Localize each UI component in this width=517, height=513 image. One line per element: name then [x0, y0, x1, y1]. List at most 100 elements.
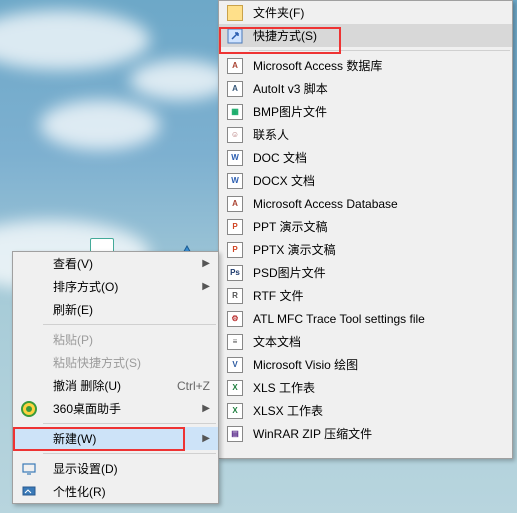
- submenu-arrow-icon: ▶: [200, 433, 210, 444]
- new-submenu-item[interactable]: 文件夹(F): [219, 1, 512, 24]
- desktop-context-menu: 查看(V)▶排序方式(O)▶刷新(E)粘贴(P)粘贴快捷方式(S)撤消 删除(U…: [12, 251, 219, 504]
- menu-item-icon-slot: A: [225, 58, 245, 74]
- new-submenu-item[interactable]: PsPSD图片文件: [219, 261, 512, 284]
- new-submenu-item[interactable]: AAutoIt v3 脚本: [219, 77, 512, 100]
- context-menu-item[interactable]: 新建(W)▶: [13, 427, 218, 450]
- winrar-icon: ▤: [227, 426, 243, 442]
- excel-icon: X: [227, 403, 243, 419]
- access-icon: A: [227, 58, 243, 74]
- menu-item-shortcut: Ctrl+Z: [165, 379, 210, 393]
- powerpoint-icon: P: [227, 242, 243, 258]
- menu-item-icon-slot: [19, 484, 39, 500]
- menu-item-icon-slot: [19, 279, 39, 295]
- menu-item-label: 显示设置(D): [39, 460, 210, 477]
- menu-item-icon-slot: [19, 256, 39, 272]
- access-icon: A: [227, 196, 243, 212]
- new-submenu-item[interactable]: ≡文本文档: [219, 330, 512, 353]
- menu-item-icon-slot: P: [225, 219, 245, 235]
- atl-icon: ⚙: [227, 311, 243, 327]
- new-submenu-item[interactable]: RRTF 文件: [219, 284, 512, 307]
- menu-item-label: XLS 工作表: [245, 379, 504, 396]
- background-cloud: [0, 10, 150, 70]
- context-menu-item: 粘贴快捷方式(S): [13, 351, 218, 374]
- menu-item-label: ATL MFC Trace Tool settings file: [245, 312, 504, 326]
- menu-item-icon-slot: Ps: [225, 265, 245, 281]
- menu-item-icon-slot: [19, 378, 39, 394]
- menu-item-icon-slot: ☺: [225, 127, 245, 143]
- new-submenu-item[interactable]: 快捷方式(S): [219, 24, 512, 47]
- folder-icon: [227, 5, 243, 21]
- submenu-arrow-icon: ▶: [200, 281, 210, 292]
- menu-item-label: 新建(W): [39, 430, 200, 447]
- new-submenu-item[interactable]: XXLS 工作表: [219, 376, 512, 399]
- new-submenu-item[interactable]: AMicrosoft Access Database: [219, 192, 512, 215]
- menu-item-label: RTF 文件: [245, 287, 504, 304]
- menu-item-icon-slot: [19, 302, 39, 318]
- menu-item-icon-slot: [19, 461, 39, 477]
- menu-separator: [43, 423, 216, 424]
- menu-item-label: Microsoft Access Database: [245, 197, 504, 211]
- menu-item-icon-slot: ▤: [225, 426, 245, 442]
- background-cloud: [40, 100, 160, 150]
- menu-item-icon-slot: A: [225, 196, 245, 212]
- menu-item-icon-slot: R: [225, 288, 245, 304]
- menu-item-icon-slot: ⚙: [225, 311, 245, 327]
- menu-item-label: PSD图片文件: [245, 264, 504, 281]
- menu-item-icon-slot: ▦: [225, 104, 245, 120]
- context-menu-item[interactable]: 个性化(R): [13, 480, 218, 503]
- visio-icon: V: [227, 357, 243, 373]
- menu-item-icon-slot: [19, 332, 39, 348]
- new-submenu-item[interactable]: AMicrosoft Access 数据库: [219, 54, 512, 77]
- menu-separator: [43, 324, 216, 325]
- new-submenu-item[interactable]: PPPTX 演示文稿: [219, 238, 512, 261]
- menu-item-icon-slot: [225, 5, 245, 21]
- context-menu-item: 粘贴(P): [13, 328, 218, 351]
- menu-item-label: 刷新(E): [39, 301, 210, 318]
- word-icon: W: [227, 173, 243, 189]
- menu-item-icon-slot: P: [225, 242, 245, 258]
- background-cloud: [130, 60, 230, 100]
- menu-item-label: 查看(V): [39, 255, 200, 272]
- context-menu-item[interactable]: 刷新(E): [13, 298, 218, 321]
- new-submenu-item[interactable]: WDOC 文档: [219, 146, 512, 169]
- context-menu-item[interactable]: 查看(V)▶: [13, 252, 218, 275]
- menu-item-label: 粘贴(P): [39, 331, 210, 348]
- menu-item-icon-slot: [225, 28, 245, 44]
- menu-item-label: 文本文档: [245, 333, 504, 350]
- menu-item-label: AutoIt v3 脚本: [245, 80, 504, 97]
- menu-item-icon-slot: [19, 431, 39, 447]
- new-submenu-item[interactable]: VMicrosoft Visio 绘图: [219, 353, 512, 376]
- rtf-icon: R: [227, 288, 243, 304]
- new-submenu-item[interactable]: WDOCX 文档: [219, 169, 512, 192]
- menu-item-label: 360桌面助手: [39, 400, 200, 417]
- menu-item-icon-slot: X: [225, 380, 245, 396]
- context-menu-item[interactable]: 撤消 删除(U)Ctrl+Z: [13, 374, 218, 397]
- new-submenu: 文件夹(F)快捷方式(S)AMicrosoft Access 数据库AAutoI…: [218, 0, 513, 459]
- menu-item-icon-slot: V: [225, 357, 245, 373]
- menu-item-label: DOC 文档: [245, 149, 504, 166]
- menu-separator: [43, 453, 216, 454]
- context-menu-item[interactable]: 排序方式(O)▶: [13, 275, 218, 298]
- new-submenu-item[interactable]: ▤WinRAR ZIP 压缩文件: [219, 422, 512, 445]
- excel-icon: X: [227, 380, 243, 396]
- new-submenu-item[interactable]: ▦BMP图片文件: [219, 100, 512, 123]
- menu-item-label: 排序方式(O): [39, 278, 200, 295]
- menu-item-label: DOCX 文档: [245, 172, 504, 189]
- context-menu-item[interactable]: 显示设置(D): [13, 457, 218, 480]
- menu-item-label: 联系人: [245, 126, 504, 143]
- menu-item-icon-slot: W: [225, 173, 245, 189]
- new-submenu-item[interactable]: ⚙ATL MFC Trace Tool settings file: [219, 307, 512, 330]
- menu-item-label: 文件夹(F): [245, 4, 504, 21]
- menu-item-icon-slot: X: [225, 403, 245, 419]
- menu-separator: [249, 50, 510, 51]
- context-menu-item[interactable]: 360桌面助手▶: [13, 397, 218, 420]
- bmp-icon: ▦: [227, 104, 243, 120]
- new-submenu-item[interactable]: ☺联系人: [219, 123, 512, 146]
- new-submenu-item[interactable]: PPPT 演示文稿: [219, 215, 512, 238]
- menu-item-label: Microsoft Access 数据库: [245, 57, 504, 74]
- menu-item-label: WinRAR ZIP 压缩文件: [245, 425, 504, 442]
- personalize-icon: [21, 484, 37, 500]
- menu-item-label: PPT 演示文稿: [245, 218, 504, 235]
- new-submenu-item[interactable]: XXLSX 工作表: [219, 399, 512, 422]
- menu-item-label: 个性化(R): [39, 483, 210, 500]
